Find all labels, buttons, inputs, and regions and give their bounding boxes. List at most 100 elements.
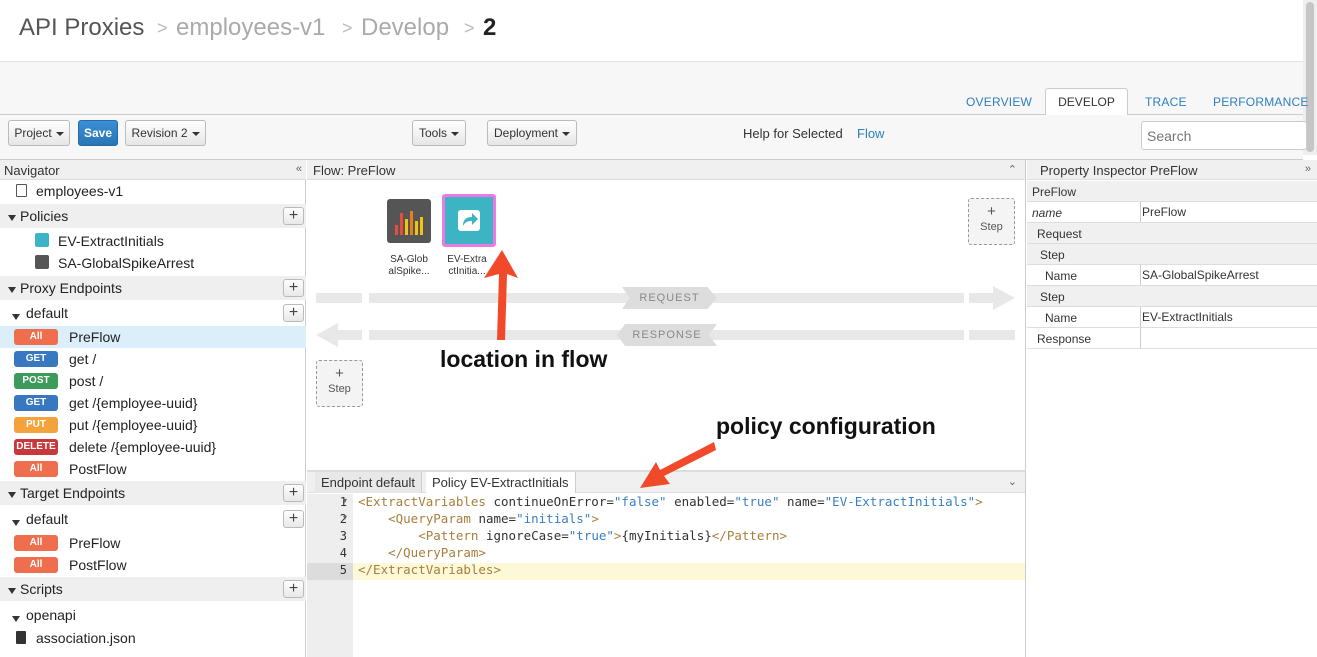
tab-develop[interactable]: DEVELOP — [1045, 88, 1128, 116]
policy-item[interactable]: SA-GlobalSpikeArrest — [0, 253, 306, 273]
tab-endpoint-default[interactable]: Endpoint default — [315, 472, 422, 493]
inspector-key: Response — [1037, 332, 1092, 346]
inspector-key: Request — [1037, 227, 1082, 241]
code-line[interactable]: <ExtractVariables continueOnError="false… — [358, 494, 983, 509]
annotation-policy-config: policy configuration — [716, 413, 936, 439]
code-line[interactable]: <QueryParam name="initials"> — [358, 511, 599, 526]
flow-badge: POST — [14, 373, 58, 389]
flow-item[interactable]: All PostFlow — [0, 458, 306, 480]
add-script-button[interactable]: + — [283, 580, 304, 598]
policies-section[interactable]: Policies + — [0, 204, 306, 228]
breadcrumb-develop[interactable]: Develop — [361, 14, 449, 42]
flow-badge: All — [14, 329, 58, 345]
scripts-section[interactable]: Scripts + — [0, 577, 306, 601]
revision-dropdown[interactable]: Revision 2 — [125, 120, 206, 146]
expand-triangle-icon — [8, 287, 16, 294]
fold-icon[interactable]: ▾ — [343, 496, 347, 505]
code-line[interactable]: </QueryParam> — [358, 545, 486, 560]
help-flow-link[interactable]: Flow — [857, 126, 884, 141]
caret-down-icon — [562, 131, 571, 136]
collapse-right-icon[interactable]: » — [1305, 163, 1311, 175]
add-request-step-button[interactable]: + Step — [968, 198, 1015, 245]
file-icon — [16, 631, 26, 644]
proxy-endpoints-label: Proxy Endpoints — [20, 280, 122, 296]
proxy-endpoints-section[interactable]: Proxy Endpoints + — [0, 276, 306, 300]
scripts-label: Scripts — [20, 581, 63, 597]
project-label: Project — [14, 126, 52, 140]
inspector-row: Name EV-ExtractInitials — [1027, 307, 1317, 328]
tab-performance[interactable]: PERFORMANCE — [1213, 95, 1309, 109]
tab-policy-editor[interactable]: Policy EV-ExtractInitials — [426, 472, 576, 493]
page-scrollbar-thumb[interactable] — [1306, 2, 1314, 152]
help-text: Help for Selected — [743, 126, 843, 141]
deployment-label: Deployment — [493, 126, 559, 140]
code-line[interactable]: </ExtractVariables> — [358, 562, 501, 577]
collapse-down-icon[interactable]: ⌄ — [1008, 475, 1017, 488]
inspector-row: Step — [1027, 244, 1317, 265]
tab-overview[interactable]: OVERVIEW — [966, 95, 1032, 109]
proxy-default-item[interactable]: default + — [0, 302, 306, 324]
line-number: 5 — [339, 563, 347, 577]
policies-label: Policies — [20, 208, 69, 224]
inspector-row: Name SA-GlobalSpikeArrest — [1027, 265, 1317, 286]
flow-item[interactable]: PUT put /{employee-uuid} — [0, 414, 306, 436]
proxy-item[interactable]: employees-v1 — [0, 182, 306, 202]
extract-variables-icon — [35, 233, 49, 247]
deployment-dropdown[interactable]: Deployment — [487, 120, 577, 146]
flow-item[interactable]: All PreFlow — [0, 532, 306, 554]
extract-variables-policy[interactable] — [442, 194, 496, 247]
request-label: REQUEST — [622, 287, 717, 309]
flow-item[interactable]: All PostFlow — [0, 554, 306, 576]
inspector-value[interactable] — [1140, 328, 1317, 348]
flow-panel-header: Flow: PreFlow ⌃ — [307, 160, 1025, 180]
add-response-step-button[interactable]: + Step — [316, 360, 363, 407]
search-input[interactable] — [1141, 121, 1307, 150]
add-proxy-endpoint-button[interactable]: + — [283, 279, 304, 297]
scripts-folder-item[interactable]: openapi — [0, 604, 306, 626]
document-icon — [16, 184, 27, 197]
code-line[interactable]: <Pattern ignoreCase="true">{myInitials}<… — [358, 528, 787, 543]
flow-badge: GET — [14, 395, 58, 411]
inspector-key: Name — [1045, 311, 1078, 325]
fold-icon[interactable]: ▾ — [343, 513, 347, 522]
breadcrumb-separator: > — [342, 18, 353, 38]
flow-item[interactable]: GET get / — [0, 348, 306, 370]
breadcrumb-api-proxies[interactable]: API Proxies — [19, 14, 144, 42]
target-default-item[interactable]: default + — [0, 508, 306, 530]
expand-triangle-icon — [12, 616, 20, 623]
collapse-left-icon[interactable]: « — [296, 163, 302, 175]
flow-label: PreFlow — [69, 329, 121, 345]
expand-triangle-icon — [12, 314, 20, 321]
tab-trace[interactable]: TRACE — [1145, 95, 1187, 109]
add-flow-button[interactable]: + — [283, 510, 304, 528]
caret-down-icon — [451, 131, 459, 136]
revision-label: Revision 2 — [131, 126, 188, 140]
add-target-endpoint-button[interactable]: + — [283, 484, 304, 502]
add-policy-button[interactable]: + — [283, 207, 304, 225]
script-file-item[interactable]: association.json — [0, 627, 306, 649]
breadcrumb-proxy[interactable]: employees-v1 — [176, 14, 325, 42]
flow-item[interactable]: DELETE delete /{employee-uuid} — [0, 436, 306, 458]
flow-item-preflow[interactable]: All PreFlow — [0, 326, 306, 348]
line-number: 1 — [339, 495, 347, 509]
flow-item[interactable]: POST post / — [0, 370, 306, 392]
share-arrow-icon — [458, 210, 480, 231]
tools-dropdown[interactable]: Tools — [412, 120, 466, 146]
project-dropdown[interactable]: Project — [8, 120, 70, 146]
navigator-title: Navigator — [4, 163, 60, 178]
inspector-value[interactable]: PreFlow — [1140, 202, 1317, 222]
inspector-key: Name — [1045, 269, 1078, 283]
add-flow-button[interactable]: + — [283, 304, 304, 322]
inspector-value[interactable]: EV-ExtractInitials — [1140, 307, 1317, 327]
policy-item[interactable]: EV-ExtractInitials — [0, 231, 306, 251]
save-button[interactable]: Save — [78, 120, 118, 146]
caret-down-icon — [191, 131, 200, 136]
inspector-value[interactable]: SA-GlobalSpikeArrest — [1140, 265, 1317, 285]
flow-badge: DELETE — [14, 439, 58, 455]
inspector-title: Property Inspector PreFlow — [1040, 163, 1198, 178]
flow-item[interactable]: GET get /{employee-uuid} — [0, 392, 306, 414]
target-endpoints-section[interactable]: Target Endpoints + — [0, 481, 306, 505]
spike-arrest-policy[interactable] — [387, 199, 431, 243]
collapse-up-icon[interactable]: ⌃ — [1008, 163, 1017, 176]
response-lane — [969, 330, 1015, 340]
